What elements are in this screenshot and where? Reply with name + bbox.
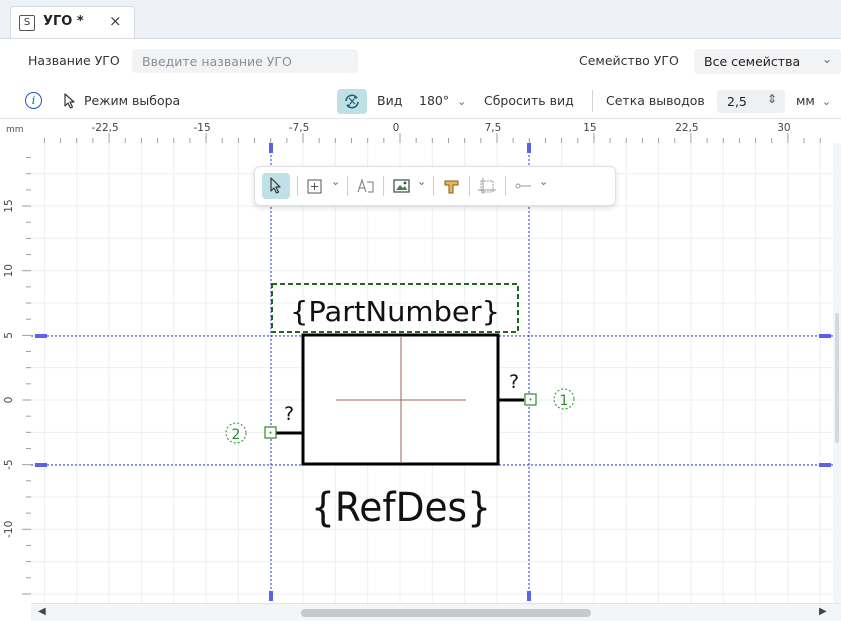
vertical-scrollbar[interactable] bbox=[833, 143, 841, 603]
ruler-left-label: -10 bbox=[3, 521, 15, 538]
pin-2-label[interactable]: ? bbox=[284, 403, 294, 425]
text-tool-button[interactable] bbox=[355, 173, 377, 199]
tab-ugo[interactable]: S УГО * × bbox=[10, 6, 135, 38]
divider bbox=[297, 176, 298, 196]
close-icon[interactable]: × bbox=[109, 12, 122, 30]
unit-select[interactable]: мм ⌄ bbox=[796, 93, 831, 108]
image-tool-button[interactable] bbox=[391, 173, 413, 199]
toolbar: i Режим выбора Вид 180° ⌄ Сбросить вид С… bbox=[0, 84, 841, 119]
rotate-view-button[interactable] bbox=[337, 89, 367, 114]
ruler-top-label: 22,5 bbox=[675, 122, 698, 134]
scroll-left-arrow-icon[interactable]: ◀ bbox=[38, 606, 46, 617]
ruler-top-ticks: -22,5 -15 -7,5 0 7,5 15 22,5 30 bbox=[43, 122, 821, 143]
ruler-left-ticks: 15 10 5 0 -5 -10 bbox=[3, 157, 31, 595]
name-label: Название УГО bbox=[28, 53, 120, 68]
tab-bar: S УГО * × bbox=[0, 0, 841, 39]
unit-value: мм bbox=[796, 93, 815, 108]
text-icon bbox=[357, 178, 374, 193]
rotation-value: 180° bbox=[419, 93, 450, 108]
divider bbox=[469, 176, 470, 196]
ruler-top-label: 0 bbox=[393, 122, 400, 134]
pin-icon bbox=[444, 180, 459, 194]
horizontal-scroll-thumb[interactable] bbox=[301, 609, 591, 617]
pin-tool-button[interactable] bbox=[441, 173, 463, 199]
select-icon bbox=[270, 177, 281, 194]
family-value: Все семейства bbox=[704, 54, 801, 69]
horizontal-scrollbar[interactable]: ◀ ▶ bbox=[31, 603, 841, 621]
ruler-top: mm -22,5 -15 -7,5 0 7,5 15 22,5 30 bbox=[0, 119, 841, 144]
vertical-scroll-thumb[interactable] bbox=[835, 313, 839, 443]
pin-2-dot bbox=[269, 431, 272, 434]
line-tool-button[interactable] bbox=[513, 173, 535, 199]
part-number-text[interactable]: {PartNumber} bbox=[290, 295, 500, 328]
ruler-top-label: -15 bbox=[193, 122, 210, 134]
canvas-svg[interactable]: {PartNumber} ? 1 ? 2 {RefDes} bbox=[31, 143, 833, 603]
ruler-top-label: -22,5 bbox=[91, 122, 118, 134]
chevron-down-icon: ⌄ bbox=[822, 52, 833, 66]
pin-1-number: 1 bbox=[560, 393, 569, 409]
chevron-down-icon[interactable]: ⌄ bbox=[417, 175, 426, 188]
name-input[interactable] bbox=[132, 49, 358, 73]
grid-label: Сетка выводов bbox=[606, 93, 705, 108]
spinner-icon[interactable]: ⇕ bbox=[767, 92, 777, 106]
pin-1-dot bbox=[529, 398, 532, 401]
ruler-left-label: 15 bbox=[3, 199, 15, 212]
ruler-left-label: 5 bbox=[3, 332, 15, 339]
ruler-top-label: -7,5 bbox=[289, 122, 310, 134]
chevron-down-icon[interactable]: ⌄ bbox=[331, 175, 340, 188]
floating-toolbar: ⌄ ⌄ ⌄ bbox=[254, 166, 616, 206]
family-select[interactable]: Все семейства ⌄ bbox=[694, 49, 841, 74]
rotate-icon bbox=[345, 94, 359, 109]
chevron-down-icon[interactable]: ⌄ bbox=[539, 175, 548, 188]
ruler-left-label: -5 bbox=[3, 459, 15, 469]
family-label: Семейство УГО bbox=[579, 53, 679, 68]
rotation-select[interactable]: 180° ⌄ bbox=[419, 93, 466, 108]
cursor-icon[interactable] bbox=[63, 93, 77, 109]
mode-label[interactable]: Режим выбора bbox=[84, 93, 180, 108]
info-icon[interactable]: i bbox=[25, 92, 42, 109]
divider bbox=[383, 176, 384, 196]
grid-tool-button[interactable] bbox=[305, 173, 327, 199]
ref-des-text[interactable]: {RefDes} bbox=[311, 485, 491, 531]
chevron-down-icon: ⌄ bbox=[457, 95, 467, 108]
grid-stepper[interactable]: 2,5 ⇕ bbox=[717, 90, 785, 113]
line-icon bbox=[515, 183, 531, 189]
ruler-left-label: 0 bbox=[3, 397, 15, 404]
divider bbox=[347, 176, 348, 196]
scroll-right-arrow-icon[interactable]: ▶ bbox=[819, 606, 827, 617]
grid-add-icon bbox=[307, 179, 322, 194]
divider bbox=[433, 176, 434, 196]
ruler-left-label: 10 bbox=[3, 264, 15, 277]
resize-tool-button[interactable] bbox=[477, 173, 499, 199]
symbol-icon: S bbox=[19, 15, 35, 31]
drawing-canvas[interactable]: {PartNumber} ? 1 ? 2 {RefDes} bbox=[31, 143, 833, 603]
divider bbox=[505, 176, 506, 196]
chevron-down-icon: ⌄ bbox=[821, 95, 832, 108]
pin-1-label[interactable]: ? bbox=[509, 371, 519, 393]
tab-title: УГО * bbox=[43, 14, 84, 29]
name-bar: Название УГО Семейство УГО Все семейства… bbox=[0, 39, 841, 83]
grid-value: 2,5 bbox=[727, 94, 747, 109]
view-label: Вид bbox=[377, 93, 403, 108]
resize-icon bbox=[478, 178, 496, 194]
pin-2-number: 2 bbox=[232, 427, 241, 443]
ruler-left: 15 10 5 0 -5 -10 bbox=[0, 143, 32, 603]
select-tool-button[interactable] bbox=[262, 173, 290, 199]
ruler-top-label: 15 bbox=[583, 122, 596, 134]
ruler-top-label: 30 bbox=[777, 122, 790, 134]
divider bbox=[592, 90, 593, 112]
ruler-top-label: 7,5 bbox=[485, 122, 502, 134]
image-icon bbox=[393, 179, 410, 193]
reset-view-button[interactable]: Сбросить вид bbox=[484, 93, 574, 108]
